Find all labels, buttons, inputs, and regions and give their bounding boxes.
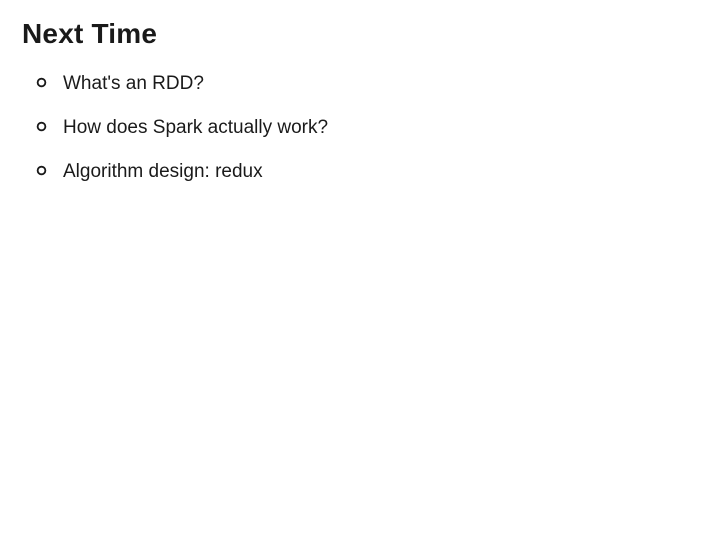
- hollow-circle-icon: [36, 77, 47, 88]
- list-item-text: Algorithm design: redux: [63, 160, 698, 184]
- hollow-circle-icon: [36, 121, 47, 132]
- hollow-circle-icon: [36, 165, 47, 176]
- bullet-list: What's an RDD? How does Spark actually w…: [22, 72, 698, 183]
- list-item-text: What's an RDD?: [63, 72, 698, 96]
- list-item: How does Spark actually work?: [36, 116, 698, 140]
- slide: Next Time What's an RDD? How does Spark …: [0, 0, 720, 540]
- list-item: What's an RDD?: [36, 72, 698, 96]
- list-item-text: How does Spark actually work?: [63, 116, 698, 140]
- list-item: Algorithm design: redux: [36, 160, 698, 184]
- slide-title: Next Time: [22, 18, 698, 50]
